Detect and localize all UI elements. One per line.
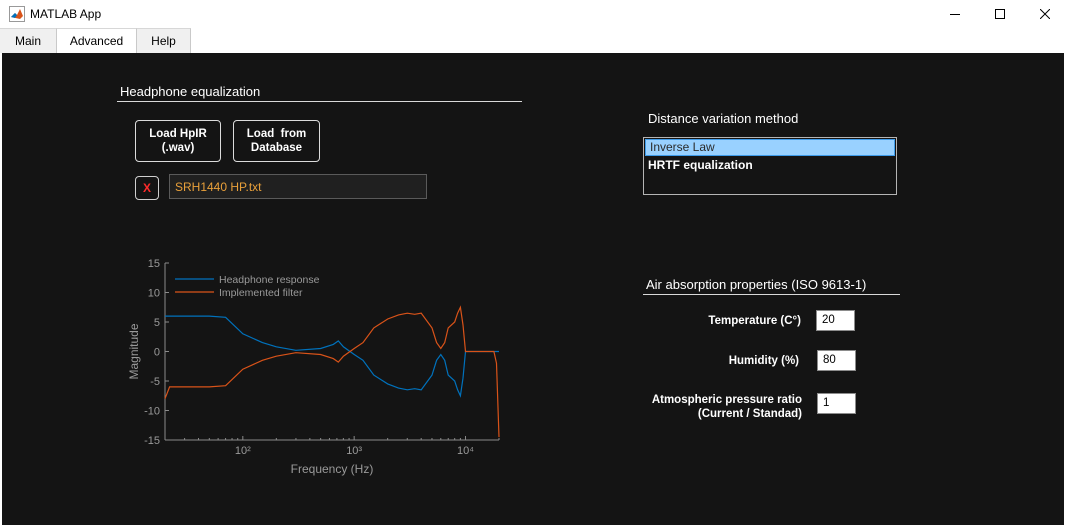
tab-main[interactable]: Main (0, 28, 57, 53)
minimize-button[interactable] (932, 0, 978, 28)
close-button[interactable] (1022, 0, 1066, 28)
x-axis-label: Frequency (Hz) (291, 462, 374, 476)
load-from-database-button[interactable]: Load from Database (233, 120, 320, 162)
headphone-eq-heading: Headphone equalization (120, 84, 261, 99)
distance-method-listbox[interactable]: Inverse Law HRTF equalization (643, 137, 897, 195)
air-absorption-heading: Air absorption properties (ISO 9613-1) (646, 277, 867, 292)
pressure-ratio-input[interactable]: 1 (817, 393, 856, 414)
pressure-ratio-label-line1: Atmospheric pressure ratio (651, 394, 802, 406)
y-tick-label: -10 (144, 406, 160, 418)
load-hpir-label-line1: Load HpIR (149, 128, 207, 140)
distance-method-heading: Distance variation method (648, 111, 799, 126)
tab-advanced[interactable]: Advanced (57, 28, 137, 53)
list-item-inverse-law[interactable]: Inverse Law (645, 139, 895, 156)
headphone-eq-divider (117, 101, 522, 102)
air-absorption-divider (643, 294, 900, 295)
maximize-icon (995, 9, 1005, 19)
humidity-input[interactable]: 80 (817, 350, 856, 371)
pressure-ratio-label-line2: (Current / Standad) (697, 408, 802, 420)
load-hpir-label-line2: (.wav) (161, 142, 195, 154)
chart-legend: Headphone responseImplemented filter (175, 274, 320, 299)
x-tick-label: 10⁴ (457, 445, 474, 457)
title-bar: MATLAB App (0, 0, 1066, 28)
load-db-label-line2: Database (250, 142, 303, 154)
humidity-label: Humidity (%) (728, 355, 799, 367)
y-tick-label: 0 (154, 347, 160, 359)
minimize-icon (950, 14, 960, 15)
y-tick-label: 5 (154, 317, 160, 329)
y-tick-label: -15 (144, 435, 160, 447)
maximize-button[interactable] (977, 0, 1023, 28)
x-tick-label: 10² (235, 445, 251, 457)
loaded-file-field[interactable]: SRH1440 HP.txt (169, 174, 427, 199)
headphone-response-chart: 15 10 5 0 -5 -10 -15 10² 10³ 10⁴ Frequency (Hz) Mag… (127, 258, 500, 476)
pressure-ratio-label: Atmospheric pressure ratio (Current / St… (640, 393, 802, 421)
close-icon (1040, 9, 1050, 19)
tab-help[interactable]: Help (137, 28, 191, 53)
y-tick-label: 10 (148, 288, 160, 300)
temperature-input[interactable]: 20 (816, 310, 855, 331)
legend-label: Implemented filter (219, 287, 303, 299)
chart-axes: 15 10 5 0 -5 -10 -15 10² 10³ 10⁴ Frequency (Hz) Mag… (127, 258, 500, 476)
clear-file-button[interactable]: X (135, 176, 159, 200)
window-title: MATLAB App (30, 7, 102, 21)
y-axis-label: Magnitude (127, 323, 141, 379)
y-tick-label: 15 (148, 258, 160, 270)
x-tick-label: 10³ (346, 445, 362, 457)
legend-label: Headphone response (219, 274, 320, 286)
chart-series (164, 305, 500, 438)
list-item-hrtf-equalization[interactable]: HRTF equalization (644, 157, 896, 175)
series-line-implemented-filter (164, 305, 500, 438)
temperature-label: Temperature (C°) (708, 315, 801, 327)
load-hpir-button[interactable]: Load HpIR (.wav) (135, 120, 221, 162)
y-tick-label: -5 (150, 376, 160, 388)
load-db-label-line1: Load from (246, 128, 307, 140)
matlab-logo-icon (9, 6, 25, 22)
